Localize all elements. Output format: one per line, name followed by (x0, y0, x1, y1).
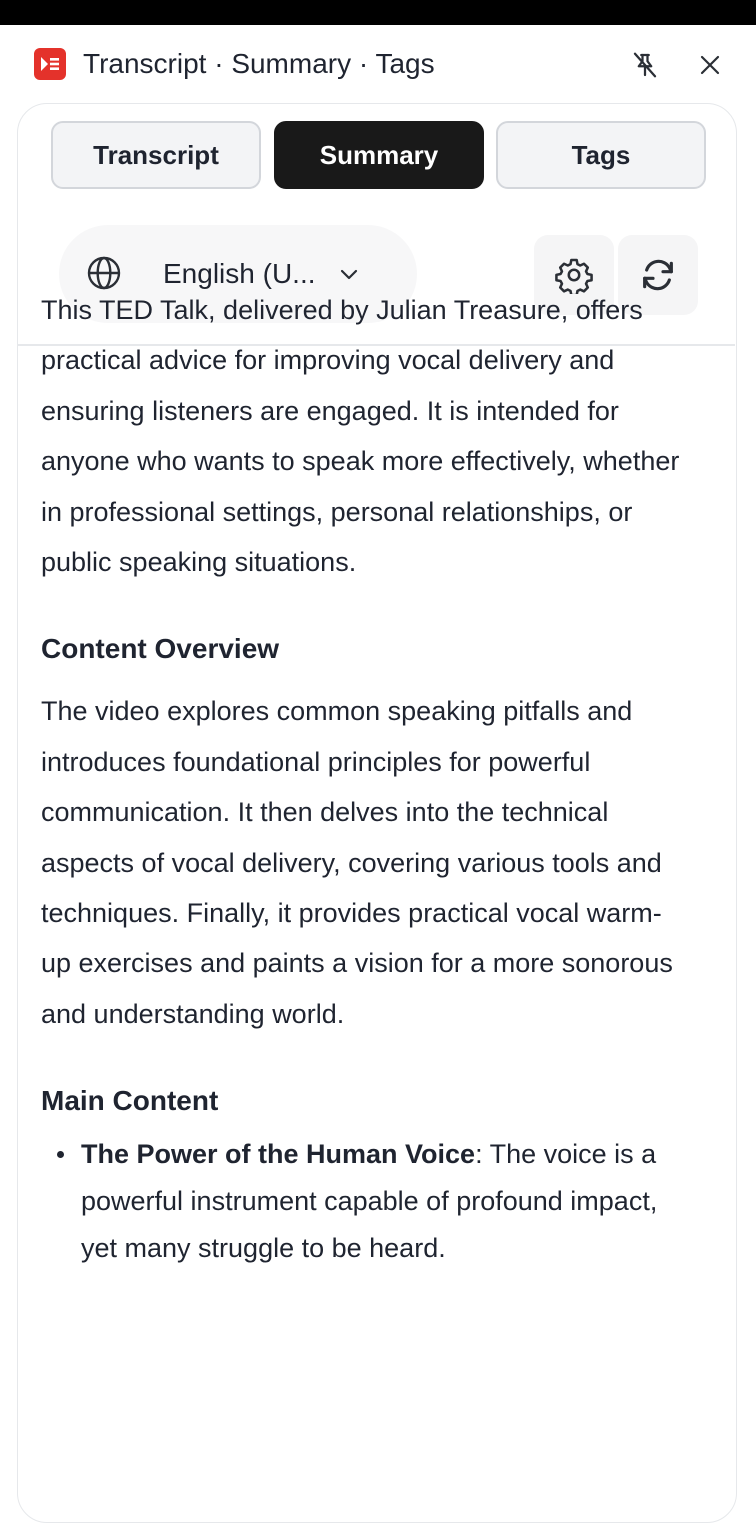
app-logo-icon (34, 48, 66, 80)
tab-transcript-label: Transcript (93, 139, 219, 170)
tab-summary[interactable]: Summary (274, 121, 484, 189)
overview-heading: Content Overview (41, 633, 280, 665)
list-item-title: The Power of the Human Voice (81, 1139, 476, 1170)
chevron-down-icon (340, 269, 358, 280)
tab-summary-label: Summary (319, 139, 439, 170)
tab-tags-label: Tags (571, 139, 631, 170)
panel-header: Transcript · Summary · Tags (0, 25, 756, 103)
summary-intro: This TED Talk, delivered by Julian Treas… (41, 295, 680, 578)
system-top-bar (0, 0, 756, 25)
main-content-list: The Power of the Human Voice: The voice … (41, 1131, 681, 1272)
tab-transcript[interactable]: Transcript (51, 121, 261, 189)
summary-content: This TED Talk, delivered by Julian Treas… (41, 285, 681, 1272)
close-icon (700, 55, 720, 75)
unpin-icon (633, 52, 657, 78)
main-content-heading: Main Content (41, 1085, 219, 1117)
close-button[interactable] (692, 47, 728, 83)
tab-tags[interactable]: Tags (496, 121, 706, 189)
overview-text: The video explores common speaking pitfa… (41, 696, 673, 1029)
header-title: Transcript · Summary · Tags (83, 48, 435, 79)
list-item: The Power of the Human Voice: The voice … (57, 1131, 681, 1272)
unpin-button[interactable] (627, 47, 663, 83)
